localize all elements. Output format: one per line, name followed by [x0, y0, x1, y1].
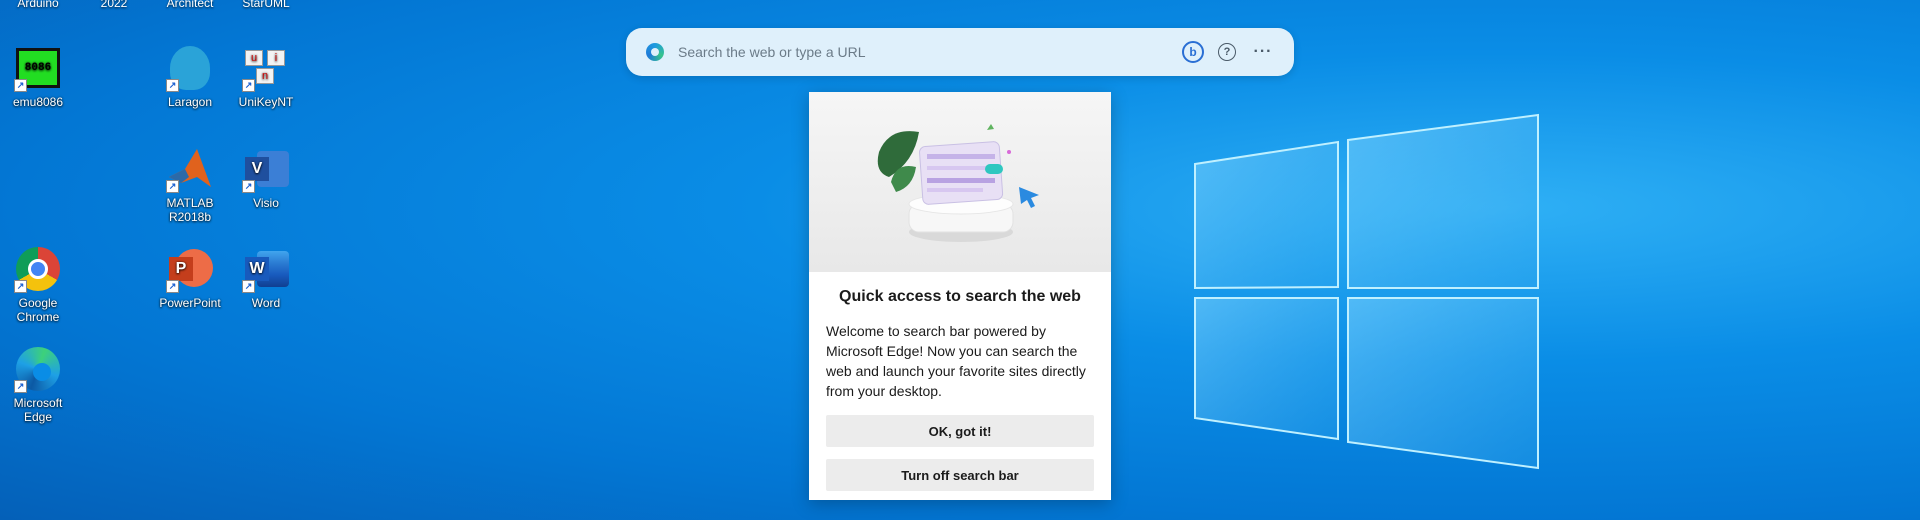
card-body: Welcome to search bar powered by Microso…	[826, 323, 1086, 399]
desktop-icon-word[interactable]: W ↗ Word	[228, 245, 304, 310]
illustration	[809, 92, 1111, 272]
shortcut-arrow-icon: ↗	[166, 180, 179, 193]
desktop-icon-emu8086[interactable]: 8086 ↗ emu8086	[0, 44, 76, 109]
turn-off-search-bar-button[interactable]: Turn off search bar	[826, 459, 1094, 491]
desktop-icon-edge[interactable]: ↗ Microsoft Edge	[0, 345, 76, 424]
desktop-icon-powerpoint[interactable]: P ↗ PowerPoint	[152, 245, 228, 310]
desktop-label-visual-studio[interactable]: Visual Studio 2022	[76, 0, 152, 24]
unikey-keys-icon: u i n ↗	[242, 44, 290, 92]
edge-icon	[646, 43, 664, 61]
desktop-icon-label: Microsoft Edge	[13, 396, 63, 424]
desktop-label-arduino[interactable]: Arduino	[0, 0, 76, 10]
card-title: Quick access to search the web	[839, 288, 1081, 305]
desktop-icon-label: Laragon	[167, 95, 213, 109]
desktop-icon-label: Visio	[253, 196, 279, 210]
desktop-label-staruml[interactable]: StarUML	[228, 0, 304, 10]
ea-label-line: Enterprise Architect	[166, 0, 214, 10]
desktop-icon-matlab[interactable]: ↗ MATLAB R2018b	[152, 145, 228, 224]
chrome-icon: ↗	[14, 245, 62, 293]
shortcut-arrow-icon: ↗	[242, 280, 255, 293]
desktop-icon-label: PowerPoint	[159, 296, 221, 310]
shortcut-arrow-icon: ↗	[242, 180, 255, 193]
shortcut-arrow-icon: ↗	[14, 79, 27, 92]
desktop-icon-visio[interactable]: V ↗ Visio	[228, 145, 304, 210]
desktop-icon-label: Word	[251, 296, 281, 310]
search-bar-intro-card: Quick access to search the web Welcome t…	[809, 92, 1111, 500]
matlab-icon: ↗	[166, 145, 214, 193]
desktop-label-enterprise-architect[interactable]: Enterprise Architect	[152, 0, 228, 24]
windows-logo-wallpaper	[1190, 112, 1540, 472]
edge-icon: ↗	[14, 345, 62, 393]
bing-chat-icon[interactable]: b	[1182, 41, 1204, 63]
edge-search-bar: b ? ···	[626, 28, 1294, 76]
desktop-icon-label: MATLAB R2018b	[166, 196, 214, 224]
desktop-icon-chrome[interactable]: ↗ Google Chrome	[0, 245, 76, 324]
shortcut-arrow-icon: ↗	[14, 380, 27, 393]
desktop-icon-unikey[interactable]: u i n ↗ UniKeyNT	[228, 44, 304, 109]
desktop-icon-label: UniKeyNT	[238, 95, 294, 109]
ok-got-it-button[interactable]: OK, got it!	[826, 415, 1094, 447]
word-icon: W ↗	[242, 245, 290, 293]
shortcut-arrow-icon: ↗	[166, 280, 179, 293]
desktop-icon-label: Google Chrome	[16, 296, 60, 324]
desktop-icon-label: emu8086	[12, 95, 64, 109]
shortcut-arrow-icon: ↗	[14, 280, 27, 293]
shortcut-arrow-icon: ↗	[242, 79, 255, 92]
powerpoint-icon: P ↗	[166, 245, 214, 293]
shortcut-arrow-icon: ↗	[166, 79, 179, 92]
emu8086-chip-icon: 8086 ↗	[14, 44, 62, 92]
desktop-icon-laragon[interactable]: ↗ Laragon	[152, 44, 228, 109]
search-input[interactable]	[678, 44, 1168, 60]
visio-icon: V ↗	[242, 145, 290, 193]
laragon-elephant-icon: ↗	[166, 44, 214, 92]
vs-label-line: Visual Studio 2022	[100, 0, 128, 10]
help-icon[interactable]: ?	[1218, 43, 1236, 61]
more-options-icon[interactable]: ···	[1250, 39, 1276, 65]
